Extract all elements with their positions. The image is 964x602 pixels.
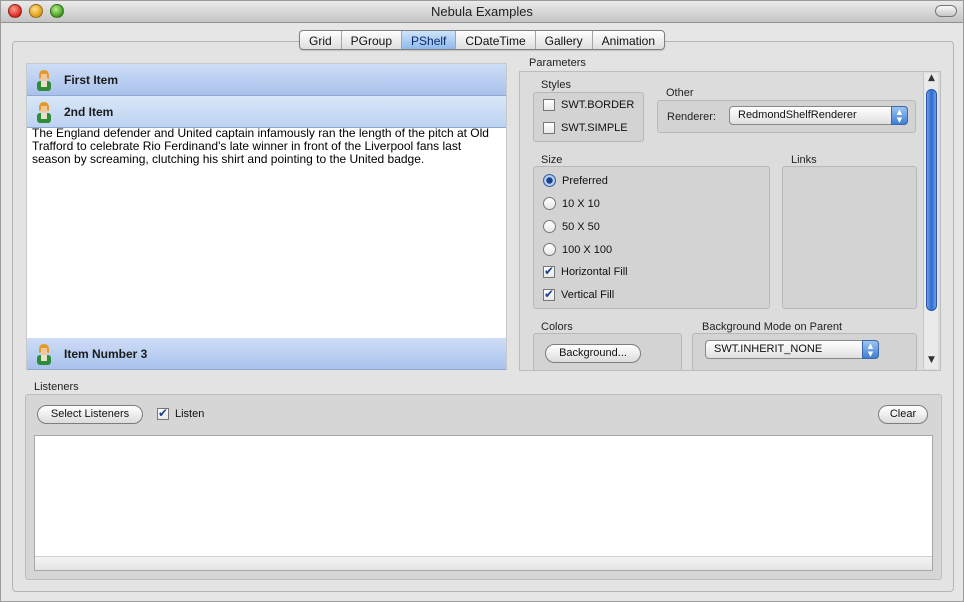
renderer-select[interactable]: RedmondShelfRenderer ▲ ▼: [729, 106, 908, 125]
tab-cdatetime[interactable]: CDateTime: [456, 31, 536, 49]
size-preferred-label: Preferred: [562, 174, 608, 187]
tab-grid[interactable]: Grid: [300, 31, 342, 49]
checkbox-box[interactable]: [543, 99, 555, 111]
checkbox-box[interactable]: [543, 264, 555, 278]
tab-gallery[interactable]: Gallery: [536, 31, 593, 49]
radio-circle[interactable]: [543, 243, 556, 256]
scroll-up-icon[interactable]: ▲: [924, 73, 939, 87]
shelf-item-content: The England defender and United captain …: [32, 126, 489, 166]
person-icon: [37, 344, 51, 365]
size-100x100-label: 100 X 100: [562, 243, 613, 256]
parameters-scrollbar[interactable]: ▲ ▼: [923, 73, 938, 369]
pshelf-widget: First Item 2nd Item The England defender…: [26, 63, 507, 370]
radio-circle[interactable]: [543, 197, 556, 210]
title-bar[interactable]: Nebula Examples: [1, 1, 963, 23]
person-icon: [37, 70, 51, 91]
swt-border-checkbox[interactable]: SWT.BORDER: [543, 99, 634, 111]
shelf-item-third[interactable]: Item Number 3: [27, 338, 506, 370]
scroll-down-icon[interactable]: ▼: [924, 355, 939, 369]
tab-bar: Grid PGroup PShelf CDateTime Gallery Ani…: [299, 30, 666, 50]
toolbar-toggle-button[interactable]: [935, 5, 957, 17]
colors-group-label: Colors: [541, 321, 573, 333]
checkbox-box[interactable]: [543, 287, 555, 301]
listen-label: Listen: [175, 408, 205, 420]
size-50x50-label: 50 X 50: [562, 220, 600, 233]
vertical-fill-checkbox[interactable]: Vertical Fill: [543, 287, 615, 301]
listener-log-area[interactable]: [34, 435, 933, 571]
links-group: [782, 166, 917, 309]
scrollbar-thumb[interactable]: [926, 89, 937, 311]
log-horizontal-scrollbar[interactable]: [35, 556, 932, 570]
size-group-label: Size: [541, 154, 563, 166]
clear-button[interactable]: Clear: [878, 405, 928, 424]
size-group: [533, 166, 770, 309]
shelf-item-label: 2nd Item: [64, 105, 114, 119]
updown-arrows-icon: ▲ ▼: [891, 106, 908, 125]
size-100x100-radio[interactable]: 100 X 100: [543, 243, 612, 256]
renderer-label: Renderer:: [667, 111, 716, 123]
parameters-panel: Styles SWT.BORDER SWT.SIMPLE Other Rende…: [519, 71, 941, 371]
person-icon: [37, 102, 51, 123]
background-mode-label: Background Mode on Parent: [702, 321, 843, 333]
radio-circle[interactable]: [543, 220, 556, 233]
shelf-item-second[interactable]: 2nd Item: [27, 96, 506, 128]
links-group-label: Links: [791, 154, 817, 166]
updown-arrows-icon: ▲ ▼: [862, 340, 879, 359]
shelf-item-label: Item Number 3: [64, 347, 148, 361]
swt-simple-checkbox[interactable]: SWT.SIMPLE: [543, 122, 628, 134]
background-mode-value: SWT.INHERIT_NONE: [714, 343, 823, 355]
background-color-button[interactable]: Background...: [545, 344, 641, 363]
size-10x10-label: 10 X 10: [562, 197, 600, 210]
listen-checkbox[interactable]: Listen: [157, 406, 205, 420]
parameters-title: Parameters: [529, 57, 586, 69]
swt-simple-label: SWT.SIMPLE: [561, 122, 628, 134]
size-50x50-radio[interactable]: 50 X 50: [543, 220, 600, 233]
select-listeners-button[interactable]: Select Listeners: [37, 405, 143, 424]
size-10x10-radio[interactable]: 10 X 10: [543, 197, 600, 210]
styles-group-label: Styles: [541, 79, 571, 91]
listeners-label: Listeners: [34, 381, 79, 393]
tab-animation[interactable]: Animation: [593, 31, 664, 49]
listeners-panel: Select Listeners Listen Clear: [25, 394, 942, 580]
swt-border-label: SWT.BORDER: [561, 99, 635, 111]
vertical-fill-label: Vertical Fill: [561, 289, 615, 301]
radio-circle[interactable]: [543, 174, 556, 187]
shelf-item-label: First Item: [64, 73, 119, 87]
checkbox-box[interactable]: [543, 122, 555, 134]
tab-pgroup[interactable]: PGroup: [342, 31, 403, 49]
background-mode-select[interactable]: SWT.INHERIT_NONE ▲ ▼: [705, 340, 879, 359]
window-title: Nebula Examples: [431, 4, 533, 19]
app-window: Nebula Examples Grid PGroup PShelf CDate…: [0, 0, 964, 602]
shelf-item-first[interactable]: First Item: [27, 64, 506, 96]
horizontal-fill-label: Horizontal Fill: [561, 266, 628, 278]
size-preferred-radio[interactable]: Preferred: [543, 174, 608, 187]
tab-pshelf[interactable]: PShelf: [402, 31, 457, 49]
horizontal-fill-checkbox[interactable]: Horizontal Fill: [543, 264, 628, 278]
checkbox-box[interactable]: [157, 406, 169, 420]
other-group-label: Other: [666, 87, 694, 99]
renderer-value: RedmondShelfRenderer: [738, 109, 857, 121]
